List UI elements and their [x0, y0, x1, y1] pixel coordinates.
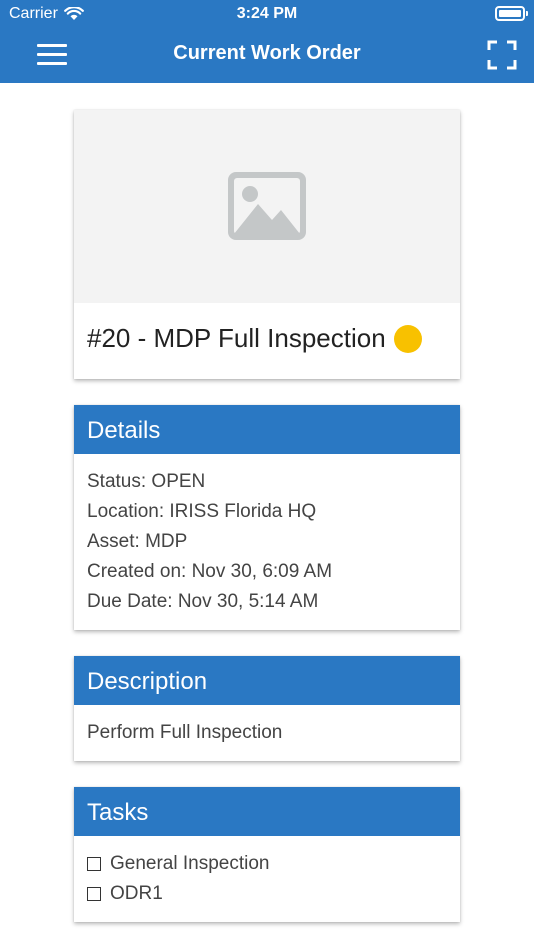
tasks-list: General Inspection ODR1 [74, 836, 460, 919]
description-card: Description Perform Full Inspection [74, 656, 460, 761]
page-title: Current Work Order [173, 42, 361, 64]
task-item[interactable]: General Inspection [87, 849, 447, 879]
battery-icon [495, 6, 528, 21]
status-bar: Carrier 3:24 PM [0, 0, 534, 28]
tasks-card: Tasks General Inspection ODR1 [74, 787, 460, 922]
created-text: Created on: Nov 30, 6:09 AM [87, 561, 333, 582]
navigation-bar: Current Work Order [0, 28, 534, 83]
task-checkbox[interactable] [87, 887, 101, 901]
task-label: ODR1 [110, 883, 163, 904]
tasks-header: Tasks [74, 787, 460, 836]
work-order-title: #20 - MDP Full Inspection [87, 323, 422, 354]
due-date-text: Due Date: Nov 30, 5:14 AM [87, 591, 319, 612]
work-order-card[interactable]: #20 - MDP Full Inspection [74, 110, 460, 379]
task-item[interactable]: ODR1 [87, 879, 447, 909]
description-text: Perform Full Inspection [87, 722, 283, 743]
work-order-image [74, 110, 460, 303]
status-text: Status: OPEN [87, 471, 206, 492]
task-checkbox[interactable] [87, 857, 101, 871]
details-header: Details [74, 405, 460, 454]
work-order-title-text: #20 - MDP Full Inspection [87, 323, 386, 353]
details-card: Details Status: OPEN Location: IRISS Flo… [74, 405, 460, 630]
description-body: Perform Full Inspection [74, 705, 460, 758]
priority-indicator [393, 324, 422, 353]
task-label: General Inspection [110, 853, 270, 874]
details-body: Status: OPEN Location: IRISS Florida HQ … [74, 454, 460, 627]
scan-frame-icon [487, 40, 517, 70]
description-header: Description [74, 656, 460, 705]
scan-button[interactable] [487, 40, 517, 70]
asset-text: Asset: MDP [87, 531, 188, 552]
status-time: 3:24 PM [236, 5, 298, 22]
top-bar: Carrier 3:24 PM Current Work Order [0, 0, 534, 83]
image-placeholder-icon [228, 172, 306, 240]
location-text: Location: IRISS Florida HQ [87, 501, 317, 522]
